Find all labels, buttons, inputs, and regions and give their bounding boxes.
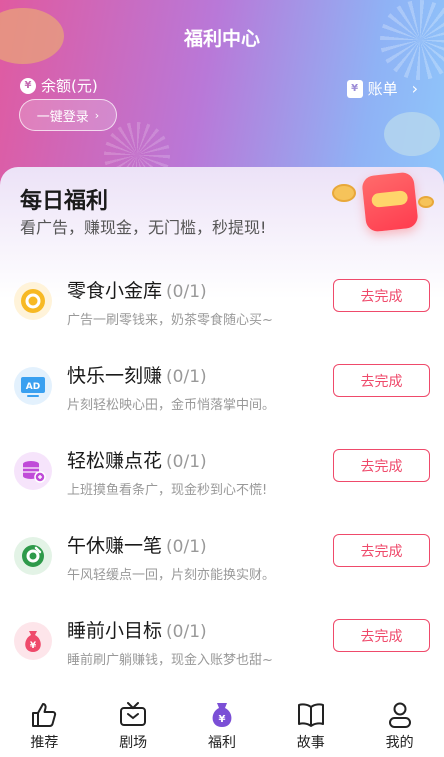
bill-label: 账单 <box>367 80 398 98</box>
coin-icon <box>14 282 52 320</box>
task-name: 零食小金库 (0/1) <box>67 280 207 302</box>
task-row: 轻松赚点花 (0/1) 上班摸鱼看条广，现金秒到心不慌! 去完成 <box>0 432 444 517</box>
svg-text:¥: ¥ <box>30 641 37 651</box>
nav-item-welfare[interactable]: ¥ 福利 <box>178 690 267 757</box>
nav-label: 我的 <box>385 735 414 751</box>
chevron-right-icon: › <box>94 108 100 122</box>
task-row: ¥ 睡前小目标 (0/1) 睡前刷广躺赚钱，现金入账梦也甜~ 去完成 <box>0 602 444 687</box>
person-icon <box>388 702 411 728</box>
daily-welfare-subtitle: 看广告，赚现金，无门槛，秒提现! <box>20 218 267 237</box>
task-name: 快乐一刻赚 (0/1) <box>67 365 207 387</box>
daily-welfare-title: 每日福利 <box>20 189 109 214</box>
nav-item-recommend[interactable]: 推荐 <box>0 690 89 757</box>
coin-decor-icon <box>332 184 356 202</box>
coin-decor-icon <box>418 196 434 208</box>
task-name: 轻松赚点花 (0/1) <box>67 450 207 472</box>
login-label: 一键登录 <box>36 109 89 125</box>
page-title: 福利中心 <box>183 28 260 50</box>
balance-label-row: ¥ 余额(元) <box>20 75 98 96</box>
yen-icon: ¥ <box>20 77 36 94</box>
money-bag-icon: ¥ <box>14 622 52 660</box>
task-complete-button[interactable]: 去完成 <box>333 279 430 312</box>
ad-icon: AD <box>14 367 52 405</box>
one-click-login-button[interactable]: 一键登录 › <box>19 99 117 131</box>
task-name: 睡前小目标 (0/1) <box>67 620 207 642</box>
task-row: 零食小金库 (0/1) 广告一刷零钱来，奶茶零食随心买~ 去完成 <box>0 262 444 347</box>
money-bag-icon: ¥ <box>212 703 232 727</box>
nav-label: 剧场 <box>119 735 148 751</box>
task-row: 午休赚一笔 (0/1) 午风轻缓点一回，片刻亦能换实财。 去完成 <box>0 517 444 602</box>
task-desc: 片刻轻松映心田，金币悄落掌中间。 <box>67 398 276 413</box>
task-row: AD 快乐一刻赚 (0/1) 片刻轻松映心田，金币悄落掌中间。 去完成 <box>0 347 444 432</box>
task-complete-button[interactable]: 去完成 <box>333 364 430 397</box>
coin-stack-icon <box>14 452 52 490</box>
task-desc: 午风轻缓点一回，片刻亦能换实财。 <box>67 568 276 583</box>
book-icon <box>297 703 324 727</box>
nav-label: 福利 <box>207 735 236 751</box>
svg-text:AD: AD <box>26 382 40 392</box>
nav-label: 推荐 <box>30 735 59 751</box>
nav-item-mine[interactable]: 我的 <box>355 690 444 757</box>
task-complete-button[interactable]: 去完成 <box>333 619 430 652</box>
decor-blob <box>384 112 440 156</box>
red-envelope-icon <box>361 171 419 233</box>
task-desc: 广告一刷零钱来，奶茶零食随心买~ <box>67 313 273 328</box>
task-complete-button[interactable]: 去完成 <box>333 449 430 482</box>
task-name: 午休赚一笔 (0/1) <box>67 535 207 557</box>
task-desc: 睡前刷广躺赚钱，现金入账梦也甜~ <box>67 653 273 668</box>
task-complete-button[interactable]: 去完成 <box>333 534 430 567</box>
task-desc: 上班摸鱼看条广，现金秒到心不慌! <box>67 483 268 498</box>
nav-label: 故事 <box>296 735 325 751</box>
ring-icon <box>14 537 52 575</box>
bottom-nav: 推荐 剧场 ¥ 福利 故事 我的 <box>0 690 444 757</box>
svg-text:¥: ¥ <box>219 714 226 725</box>
tv-icon <box>120 702 147 726</box>
chevron-right-icon: › <box>411 79 418 98</box>
thumbs-up-icon <box>32 703 57 727</box>
nav-item-theater[interactable]: 剧场 <box>89 690 178 757</box>
nav-item-stories[interactable]: 故事 <box>266 690 355 757</box>
bill-icon: ¥ <box>346 79 363 98</box>
balance-label: 余额(元) <box>41 77 98 95</box>
bill-link[interactable]: ¥ 账单 › <box>346 78 418 99</box>
